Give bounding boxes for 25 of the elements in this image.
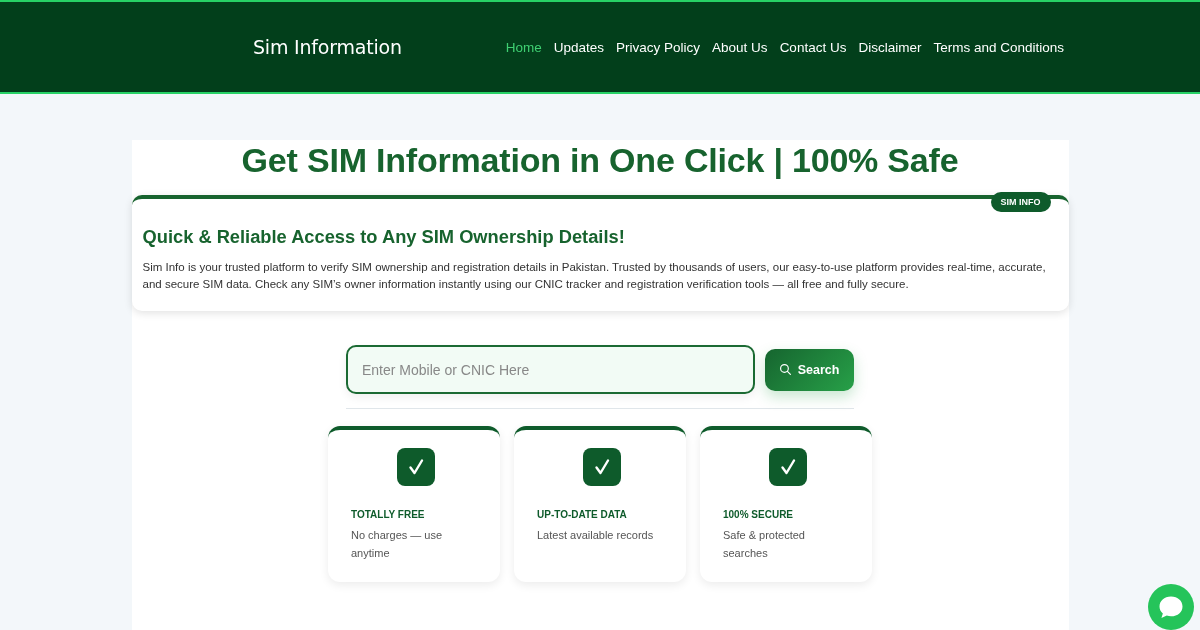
nav-link[interactable]: Home [505, 39, 542, 55]
feature-description: Latest available records [537, 528, 655, 543]
feature-description: Safe & protected searches [723, 528, 806, 561]
feature-title: TOTALLY FREE [351, 509, 426, 521]
site-logo[interactable]: Sim Information [253, 36, 402, 58]
feature-description: No charges — use anytime [351, 528, 444, 561]
chat-bubble-icon[interactable] [1148, 584, 1194, 630]
nav-link[interactable]: Privacy Policy [616, 39, 701, 55]
feature-title: 100% SECURE [723, 509, 795, 521]
search-button[interactable]: Search [765, 348, 854, 391]
nav-link[interactable]: Contact Us [779, 39, 847, 55]
check-icon [582, 448, 621, 486]
check-icon [768, 448, 807, 486]
page-title: Get SIM Information in One Click | 100% Safe [240, 140, 960, 179]
intro-paragraph: Sim Info is your trusted platform to verify SIM ownership and registration details in Pakistan. Trusted by thousands of users, our easy-to-use platform provides real-time, accurate, and secure SIM data. Check any SIM’s owner information instantly using our CNIC tracker and registration verification tools — all free and fully secure. [142, 260, 1047, 292]
check-icon [396, 448, 435, 486]
search-icon [779, 364, 791, 375]
nav-link[interactable]: Disclaimer [858, 39, 922, 55]
nav-link[interactable]: Terms and Conditions [933, 39, 1064, 55]
section-badge: SIM INFO [990, 192, 1051, 212]
feature-title: UP-TO-DATE DATA [537, 509, 628, 521]
section-heading: Quick & Reliable Access to Any SIM Ownership Details! [142, 225, 626, 249]
search-field[interactable]: Enter Mobile or CNIC Here [346, 345, 755, 394]
nav-link[interactable]: About Us [712, 39, 768, 55]
nav-link[interactable]: Updates [553, 39, 605, 55]
